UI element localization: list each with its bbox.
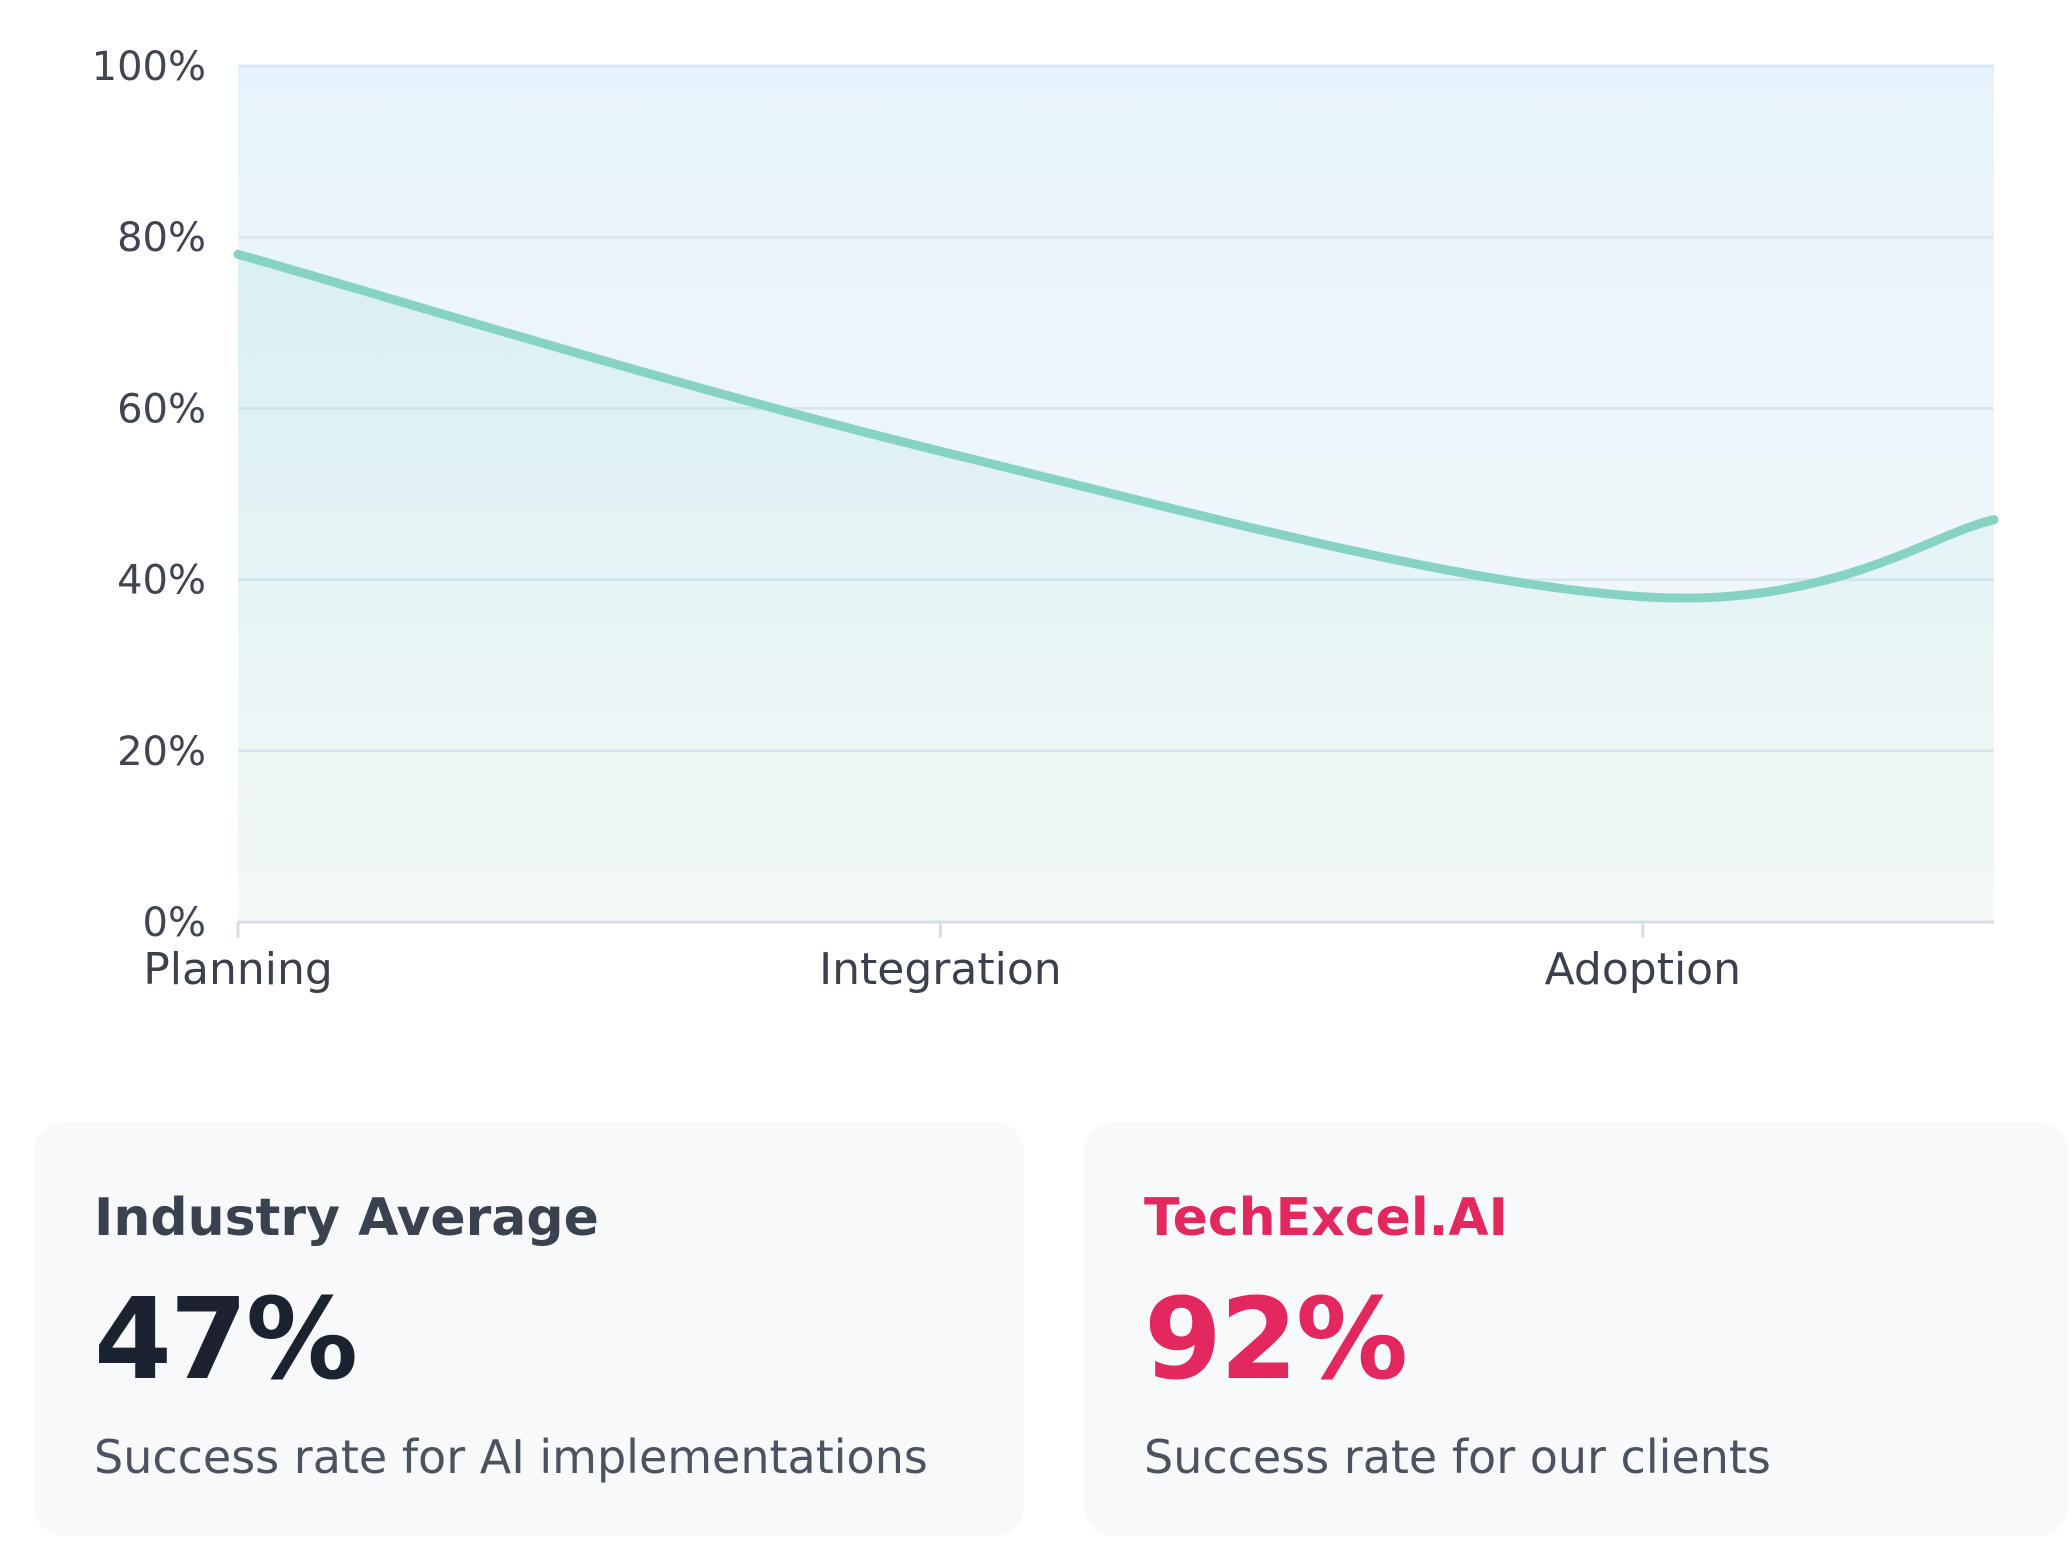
industry-average-description: Success rate for AI implementations: [94, 1430, 928, 1484]
x-tick-label: Integration: [819, 944, 1061, 995]
techexcel-description: Success rate for our clients: [1144, 1430, 1771, 1484]
y-tick-label: 0%: [143, 900, 206, 946]
data-point: [234, 250, 243, 259]
success-rate-chart-svg: 100% 80% 60% 40% 20% 0%Planning Integration Ado…: [92, 44, 1999, 995]
techexcel-card: TechExcel.AI 92% Success rate for our cl…: [1084, 1122, 2068, 1536]
data-point: [1638, 592, 1647, 601]
y-tick-label: 20%: [117, 729, 206, 775]
industry-average-card: Industry Average 47% Success rate for AI…: [34, 1122, 1024, 1536]
industry-average-title: Industry Average: [94, 1188, 599, 1248]
x-tick-label: Planning: [143, 944, 333, 995]
data-point: [1990, 515, 1999, 524]
success-rate-chart: 100% 80% 60% 40% 20% 0% Planning Integration Ado…: [0, 0, 2072, 1060]
techexcel-title: TechExcel.AI: [1144, 1188, 1508, 1248]
y-tick-label: 100%: [92, 44, 206, 90]
data-point: [936, 447, 945, 456]
x-tick-label: Adoption: [1545, 944, 1741, 995]
techexcel-value: 92%: [1144, 1275, 1408, 1405]
y-tick-label: 80%: [117, 215, 206, 261]
industry-average-value: 47%: [94, 1275, 358, 1405]
y-tick-label: 60%: [117, 386, 206, 432]
y-tick-label: 40%: [117, 558, 206, 604]
